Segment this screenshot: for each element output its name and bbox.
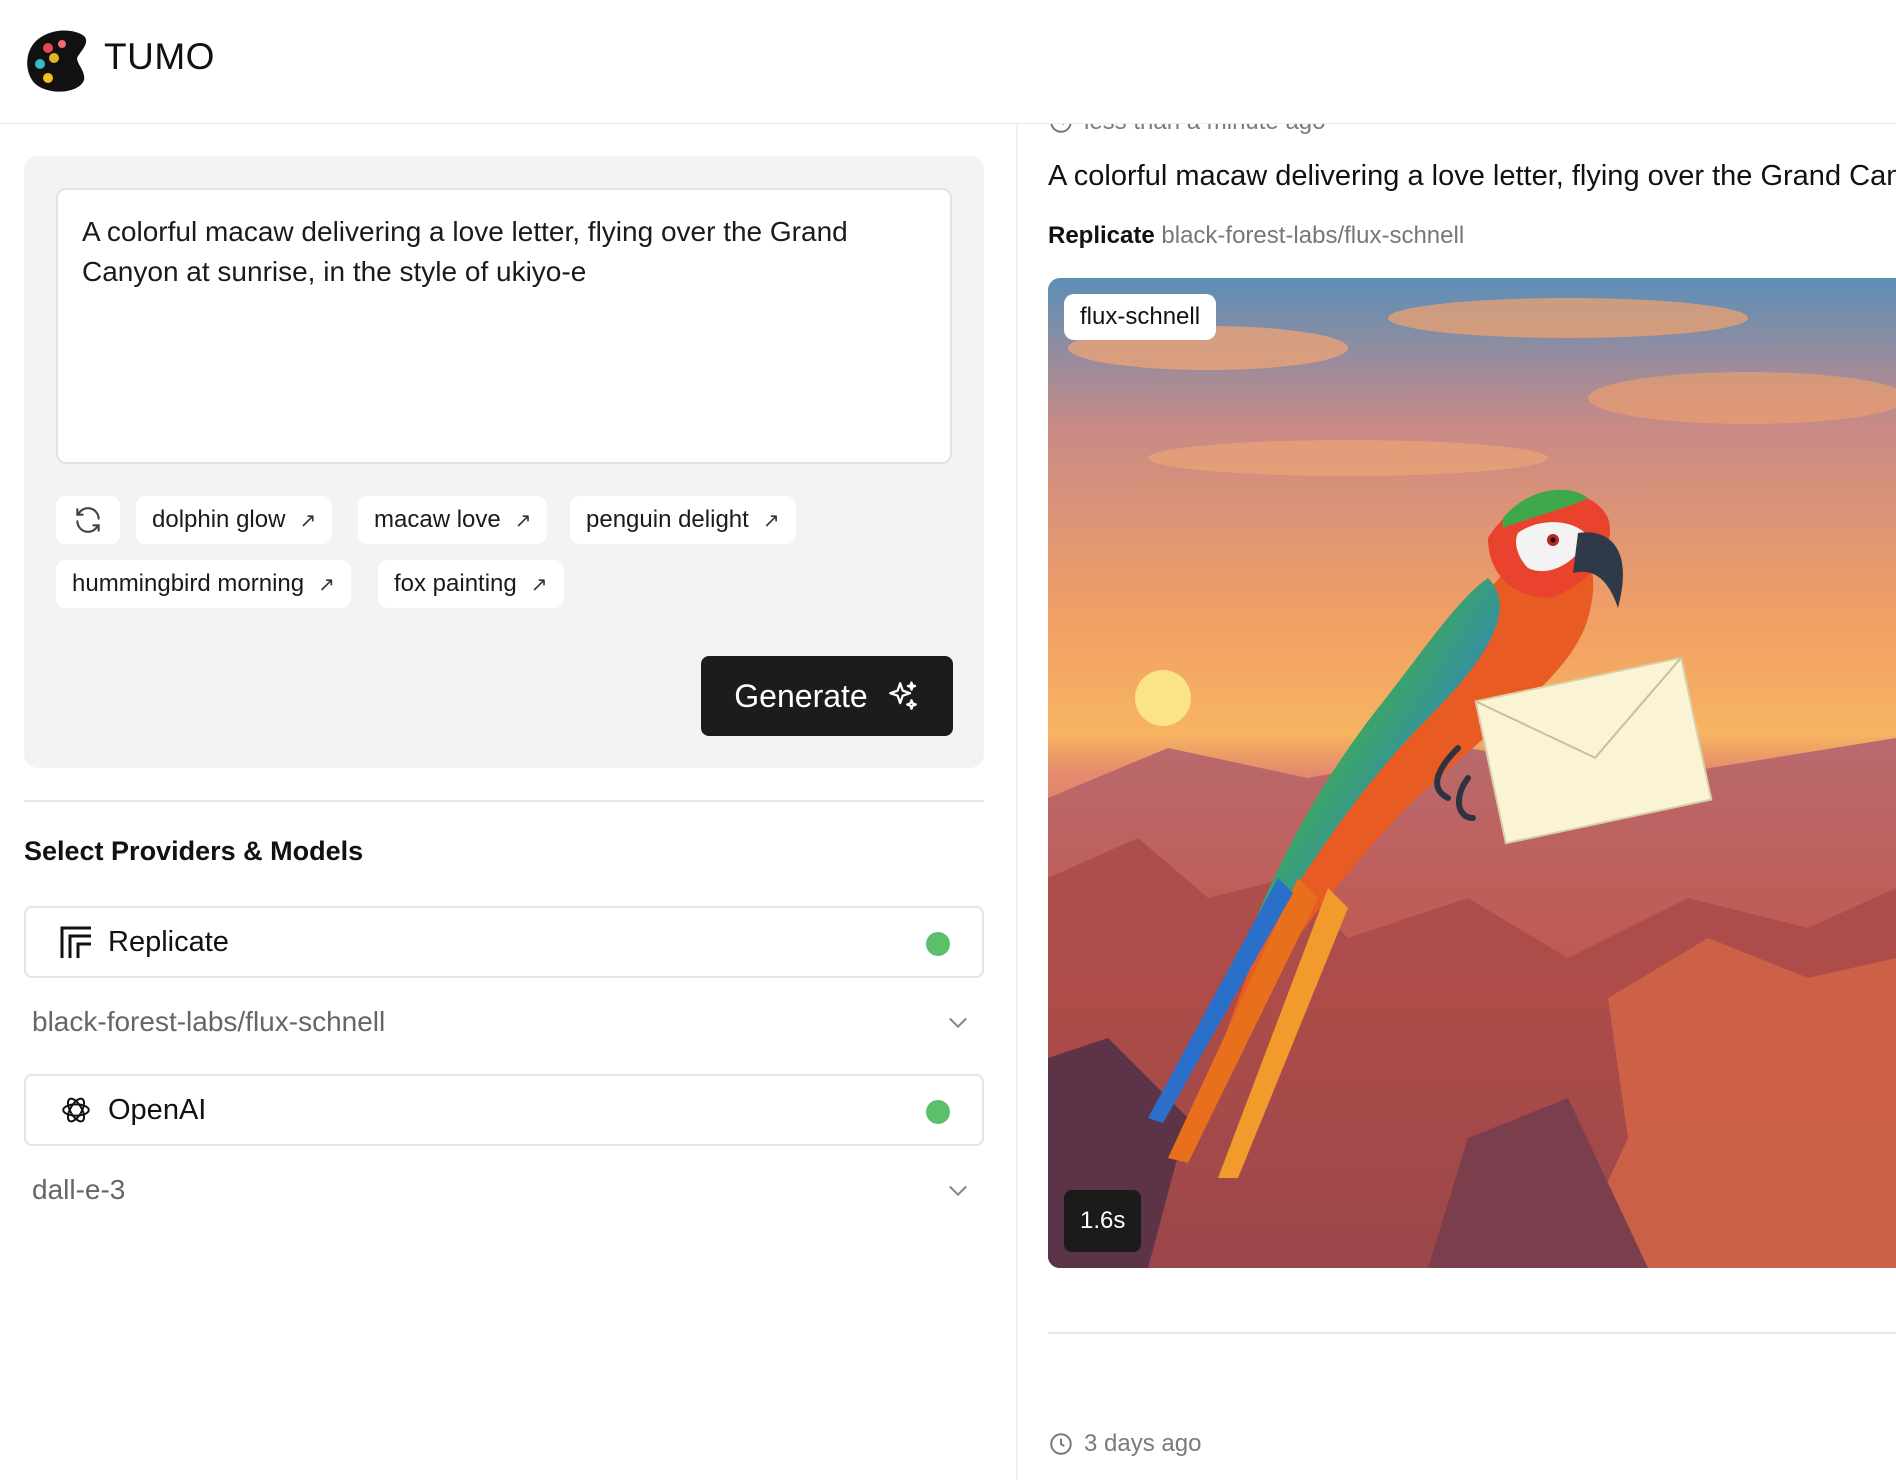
chevron-down-icon	[949, 1185, 967, 1197]
app-header: TUMO	[0, 0, 1896, 124]
replicate-logo-icon	[58, 924, 94, 960]
arrow-up-right-icon: ↗	[530, 573, 548, 596]
provider-toggle-openai[interactable]: OpenAI	[24, 1074, 984, 1146]
suggestion-label: penguin delight	[586, 506, 749, 533]
timestamp-text: 3 days ago	[1084, 1430, 1202, 1457]
provider-toggle-replicate[interactable]: Replicate	[24, 906, 984, 978]
refresh-suggestions-button[interactable]	[56, 496, 120, 544]
suggestion-label: hummingbird morning	[72, 570, 305, 597]
arrow-up-right-icon: ↗	[762, 509, 780, 532]
suggestion-chip[interactable]: fox painting ↗	[378, 560, 564, 608]
prompt-card: A colorful macaw delivering a love lette…	[24, 156, 984, 768]
suggestion-label: macaw love	[374, 506, 501, 533]
prompt-textarea[interactable]: A colorful macaw delivering a love lette…	[56, 188, 952, 464]
model-dropdown-openai[interactable]: dall-e-3	[24, 1158, 984, 1222]
result-provider: Replicate	[1048, 222, 1155, 249]
arrow-up-right-icon: ↗	[514, 509, 532, 532]
generated-image[interactable]: flux-schnell 1.6s	[1048, 278, 1896, 1268]
providers-section-title: Select Providers & Models	[24, 836, 364, 866]
suggestion-chip[interactable]: macaw love ↗	[358, 496, 548, 544]
arrow-up-right-icon: ↗	[318, 573, 335, 596]
provider-name: Replicate	[108, 925, 229, 958]
section-divider	[24, 800, 984, 802]
result-meta: Replicate black-forest-labs/flux-schnell	[1048, 222, 1464, 250]
suggestion-chip[interactable]: penguin delight ↗	[570, 496, 796, 544]
palette-icon	[27, 30, 87, 92]
sparkles-icon	[888, 681, 917, 710]
arrow-up-right-icon: ↗	[299, 509, 317, 532]
model-dropdown-replicate[interactable]: black-forest-labs/flux-schnell	[24, 990, 984, 1054]
result-model: black-forest-labs/flux-schnell	[1161, 222, 1465, 249]
suggestion-chip[interactable]: dolphin glow ↗	[136, 496, 333, 544]
column-divider	[1016, 124, 1018, 1480]
result-prompt: A colorful macaw delivering a love lette…	[1048, 160, 1896, 192]
results-divider	[1048, 1332, 1896, 1334]
suggestion-label: dolphin glow	[152, 506, 286, 533]
openai-logo-icon	[58, 1092, 94, 1128]
model-badge: flux-schnell	[1064, 294, 1217, 340]
provider-status-dot	[926, 932, 950, 956]
refresh-icon	[76, 507, 100, 533]
provider-status-dot	[926, 1100, 950, 1124]
clock-icon	[1050, 1433, 1072, 1455]
duration-badge: 1.6s	[1064, 1190, 1142, 1252]
brand-name: TUMO	[104, 36, 215, 77]
suggestion-label: fox painting	[394, 570, 517, 597]
suggestion-chip[interactable]: hummingbird morning ↗	[56, 560, 351, 608]
model-selected-value: black-forest-labs/flux-schnell	[32, 1006, 386, 1037]
generate-button[interactable]: Generate	[701, 656, 953, 736]
model-selected-value: dall-e-3	[32, 1174, 126, 1205]
result-timestamp: 3 days ago	[1048, 1430, 1201, 1458]
generate-label: Generate	[734, 677, 868, 714]
generated-image-art	[1048, 278, 1896, 1268]
chevron-down-icon	[949, 1017, 967, 1029]
app-root: TUMO A colorful macaw delivering a love …	[0, 0, 1896, 1480]
provider-name: OpenAI	[108, 1093, 207, 1126]
